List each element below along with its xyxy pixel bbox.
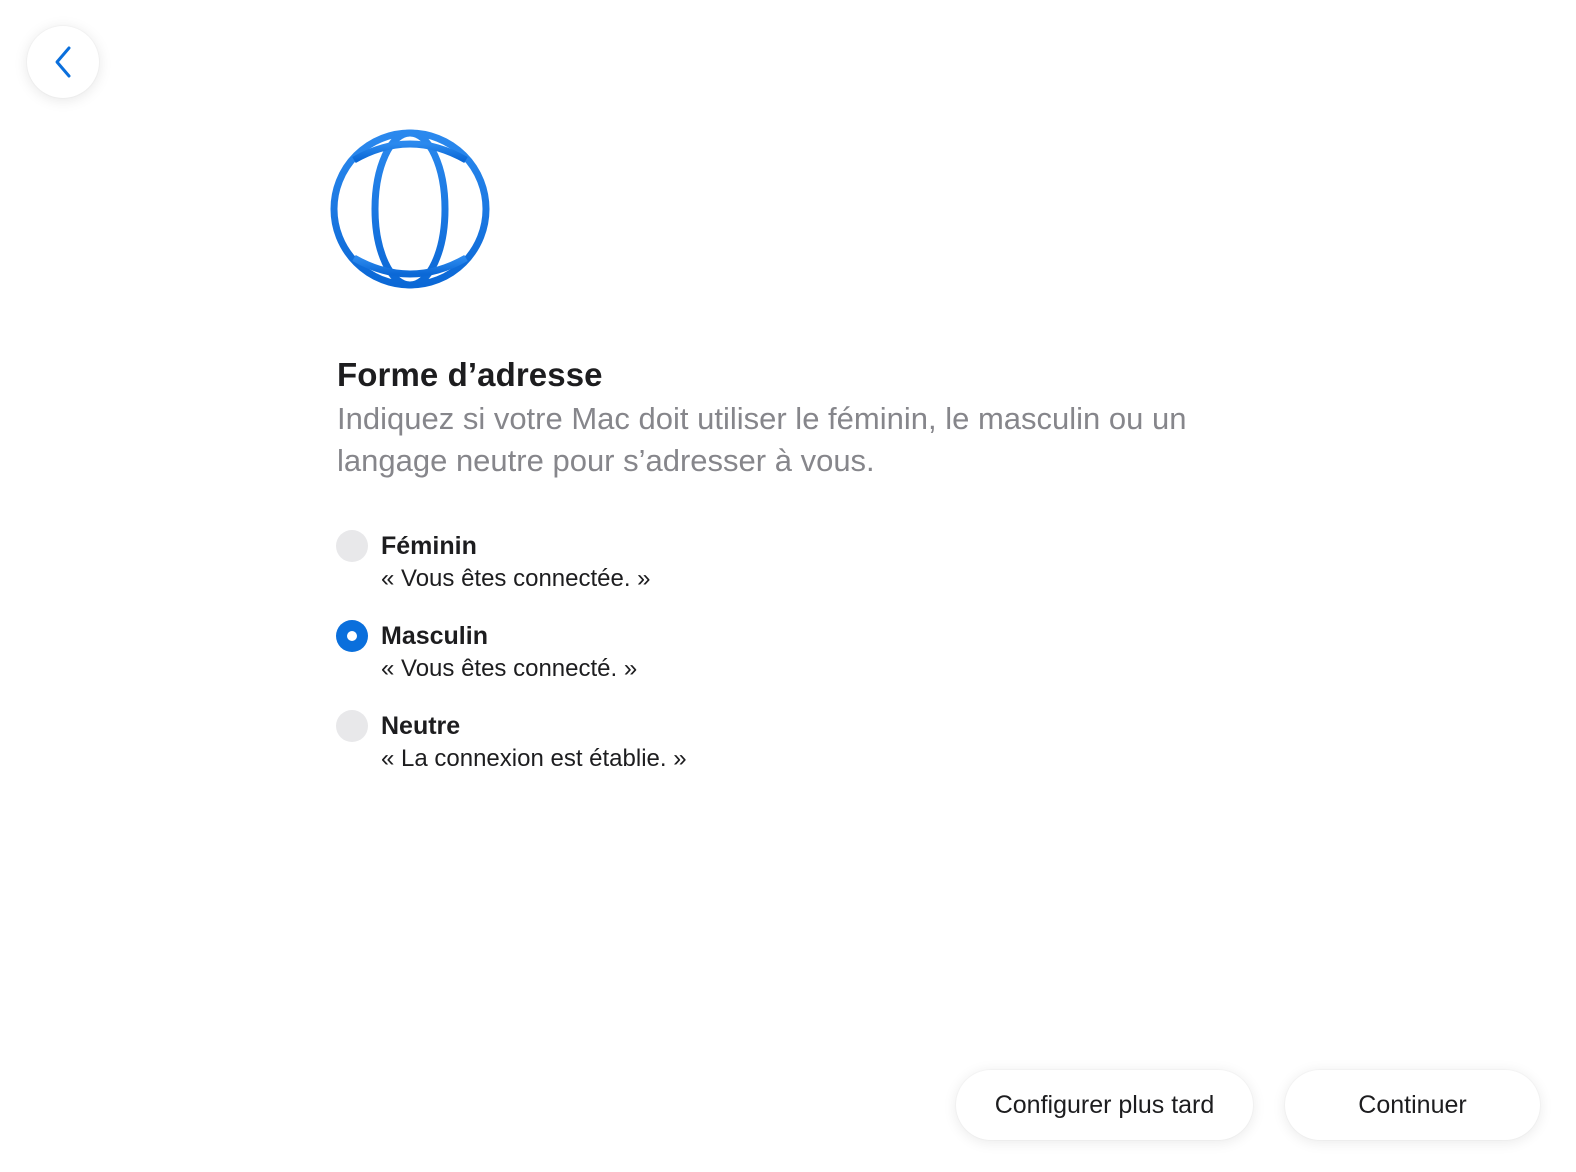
- option-example: « Vous êtes connectée. »: [381, 565, 651, 592]
- page-subtitle: Indiquez si votre Mac doit utiliser le f…: [337, 401, 1187, 478]
- option-example: « La connexion est établie. »: [381, 745, 687, 772]
- option-example: « Vous êtes connecté. »: [381, 655, 638, 682]
- page-title: Forme d’adresse: [337, 356, 603, 393]
- radio-neutre[interactable]: [336, 710, 368, 742]
- continue-button[interactable]: Continuer: [1285, 1070, 1540, 1140]
- option-label: Féminin: [381, 532, 477, 560]
- radio-feminin[interactable]: [336, 530, 368, 562]
- globe-icon: [330, 129, 490, 289]
- option-label: Masculin: [381, 622, 488, 650]
- option-label: Neutre: [381, 712, 461, 740]
- configure-later-button[interactable]: Configurer plus tard: [956, 1070, 1253, 1140]
- chevron-left-icon: [55, 46, 71, 78]
- radio-masculin[interactable]: [336, 620, 368, 652]
- setup-assistant-window: Forme d’adresse Indiquez si votre Mac do…: [0, 0, 1576, 1172]
- back-button[interactable]: [27, 26, 99, 98]
